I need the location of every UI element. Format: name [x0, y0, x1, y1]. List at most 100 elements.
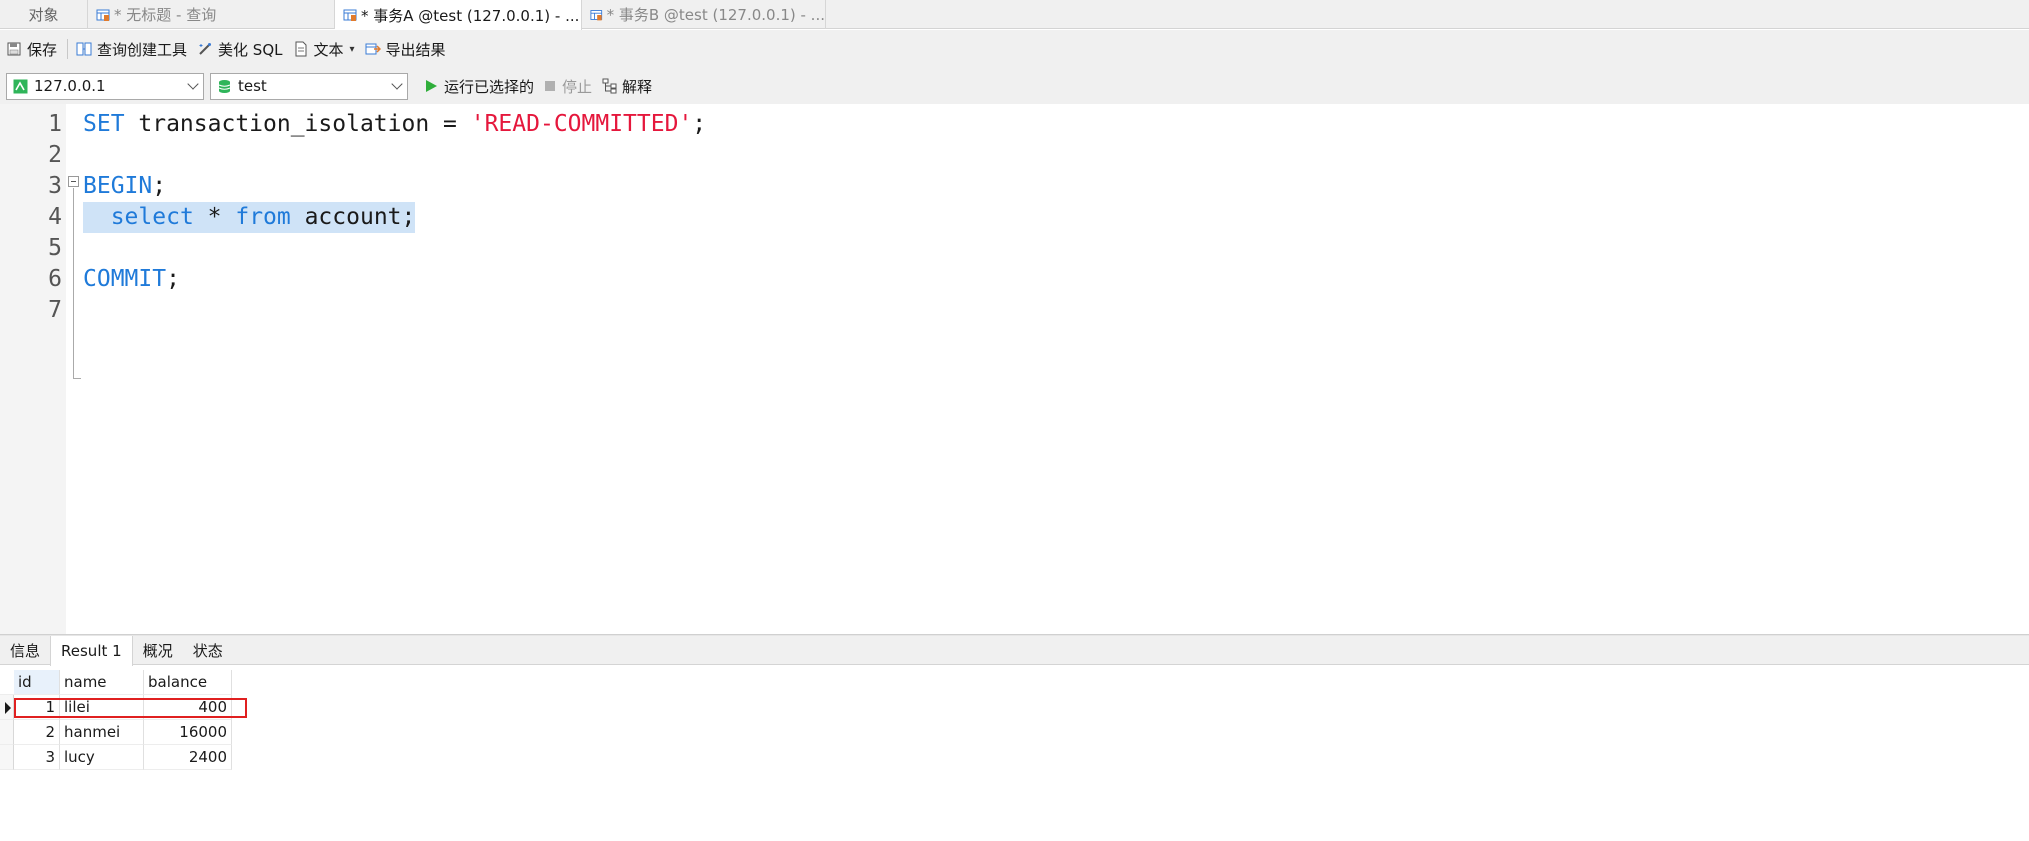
run-selected-label: 运行已选择的: [444, 77, 535, 96]
beautify-sql-label: 美化 SQL: [218, 40, 283, 59]
column-header-balance[interactable]: balance: [144, 670, 232, 695]
query-builder-button[interactable]: 查询创建工具: [76, 39, 187, 60]
tab-transaction-b[interactable]: * 事务B @test (127.0.0.1) - ...: [582, 0, 826, 29]
code-text: BEGIN;: [83, 171, 166, 202]
tab-untitled-label: * 无标题 - 查询: [114, 6, 217, 24]
stop-button[interactable]: 停止: [544, 76, 592, 97]
chevron-down-icon: [187, 77, 199, 90]
sql-text: ;: [152, 173, 167, 199]
code-line[interactable]: 1 SET transaction_isolation = 'READ-COMMI…: [0, 109, 2029, 140]
result-grid[interactable]: id name balance 1 lilei 400 2 hanmei 160…: [0, 666, 2029, 841]
run-selected-button[interactable]: 运行已选择的: [424, 76, 534, 97]
export-icon: [365, 43, 381, 55]
query-table-icon: [96, 9, 110, 21]
fold-toggle-icon[interactable]: [68, 176, 79, 187]
cell-name[interactable]: hanmei: [60, 720, 144, 745]
tab-objects[interactable]: 对象: [0, 0, 88, 29]
sql-text: transaction_isolation =: [124, 111, 471, 137]
text-menu-label: 文本: [313, 40, 344, 59]
tab-objects-label: 对象: [28, 6, 59, 24]
database-select[interactable]: test: [210, 72, 408, 100]
code-line[interactable]: 3 BEGIN;: [0, 171, 2029, 202]
explain-tree-icon: [602, 78, 617, 94]
row-indicator: [0, 695, 14, 720]
code-line[interactable]: 2: [0, 140, 2029, 171]
document-icon: [295, 41, 306, 57]
query-builder-icon: [76, 42, 92, 56]
toolbar-divider: [67, 39, 69, 59]
result-tabs: 信息 Result 1 概况 状态: [0, 636, 2029, 666]
sql-string: 'READ-COMMITTED': [470, 111, 693, 137]
fold-guide-end: [73, 378, 81, 379]
query-toolbar: 保存 查询创建工具 美化 SQL 文本 ▾ 导出结果: [0, 30, 2029, 68]
cell-id[interactable]: 3: [14, 745, 60, 770]
save-icon: [7, 42, 21, 56]
play-icon: [426, 80, 437, 92]
selected-code-text: select * from account;: [83, 202, 416, 233]
row-indicator: [0, 745, 14, 770]
tab-result-1-label: Result 1: [61, 642, 122, 660]
sql-keyword: SET: [83, 111, 125, 137]
code-line[interactable]: 6 COMMIT;: [0, 264, 2029, 295]
code-text: COMMIT;: [83, 264, 180, 295]
line-number: 5: [48, 235, 62, 261]
line-number: 6: [48, 266, 62, 292]
tab-transaction-b-label: * 事务B @test (127.0.0.1) - ...: [606, 6, 825, 24]
cell-balance[interactable]: 16000: [144, 720, 232, 745]
beautify-sql-button[interactable]: 美化 SQL: [197, 39, 283, 60]
database-select-value: test: [238, 77, 267, 95]
cell-name[interactable]: lilei: [60, 695, 144, 720]
code-line[interactable]: 5: [0, 233, 2029, 264]
table-row[interactable]: 1 lilei 400: [0, 695, 232, 720]
line-number: 7: [48, 297, 62, 323]
explain-button[interactable]: 解释: [602, 76, 652, 97]
code-text: SET transaction_isolation = 'READ-COMMIT…: [83, 109, 706, 140]
cell-balance[interactable]: 2400: [144, 745, 232, 770]
tab-result-1[interactable]: Result 1: [50, 636, 133, 666]
save-button[interactable]: 保存: [6, 39, 57, 60]
tab-info-label: 信息: [10, 641, 41, 660]
cell-balance[interactable]: 400: [144, 695, 232, 720]
explain-label: 解释: [622, 77, 653, 96]
sql-text: *: [193, 204, 236, 230]
column-header-name[interactable]: name: [60, 670, 144, 695]
table-row[interactable]: 3 lucy 2400: [0, 745, 232, 770]
save-label: 保存: [27, 40, 58, 59]
sql-text: ;: [166, 266, 180, 292]
connection-select[interactable]: 127.0.0.1: [6, 72, 204, 100]
sql-text: ;: [692, 111, 707, 137]
tab-profile-label: 概况: [142, 641, 173, 660]
dropdown-caret-icon: ▾: [349, 43, 355, 55]
tab-info[interactable]: 信息: [0, 636, 50, 664]
code-line[interactable]: 7: [0, 295, 2029, 326]
document-tab-bar: 对象 * 无标题 - 查询 * 事务A @test (127.0.0.1) - …: [0, 0, 2029, 30]
tab-status[interactable]: 状态: [183, 636, 233, 664]
tab-status-label: 状态: [192, 641, 223, 660]
tab-transaction-a[interactable]: * 事务A @test (127.0.0.1) - ...: [335, 0, 582, 30]
tab-profile[interactable]: 概况: [133, 636, 183, 664]
beautify-wand-icon: [199, 43, 212, 55]
sql-keyword: select: [110, 204, 194, 230]
connection-icon: [13, 79, 28, 93]
tab-untitled-query[interactable]: * 无标题 - 查询: [88, 0, 335, 29]
grid-header-row: id name balance: [0, 670, 232, 695]
cell-name[interactable]: lucy: [60, 745, 144, 770]
table-row[interactable]: 2 hanmei 16000: [0, 720, 232, 745]
line-number: 2: [48, 142, 62, 168]
code-line[interactable]: 4 select * from account;: [0, 202, 2029, 233]
column-header-id[interactable]: id: [14, 670, 60, 695]
line-number: 1: [48, 111, 62, 137]
text-menu-button[interactable]: 文本 ▾: [293, 39, 355, 60]
query-table-icon: [343, 9, 357, 21]
cell-id[interactable]: 2: [14, 720, 60, 745]
row-indicator: [0, 720, 14, 745]
export-results-label: 导出结果: [385, 40, 446, 59]
fold-guide: [73, 188, 74, 378]
cell-id[interactable]: 1: [14, 695, 60, 720]
sql-text: account;: [290, 204, 416, 230]
stop-icon: [545, 81, 556, 91]
current-row-arrow-icon: [5, 702, 11, 714]
sql-editor[interactable]: 1 SET transaction_isolation = 'READ-COMMI…: [0, 104, 2029, 634]
export-results-button[interactable]: 导出结果: [365, 39, 446, 60]
